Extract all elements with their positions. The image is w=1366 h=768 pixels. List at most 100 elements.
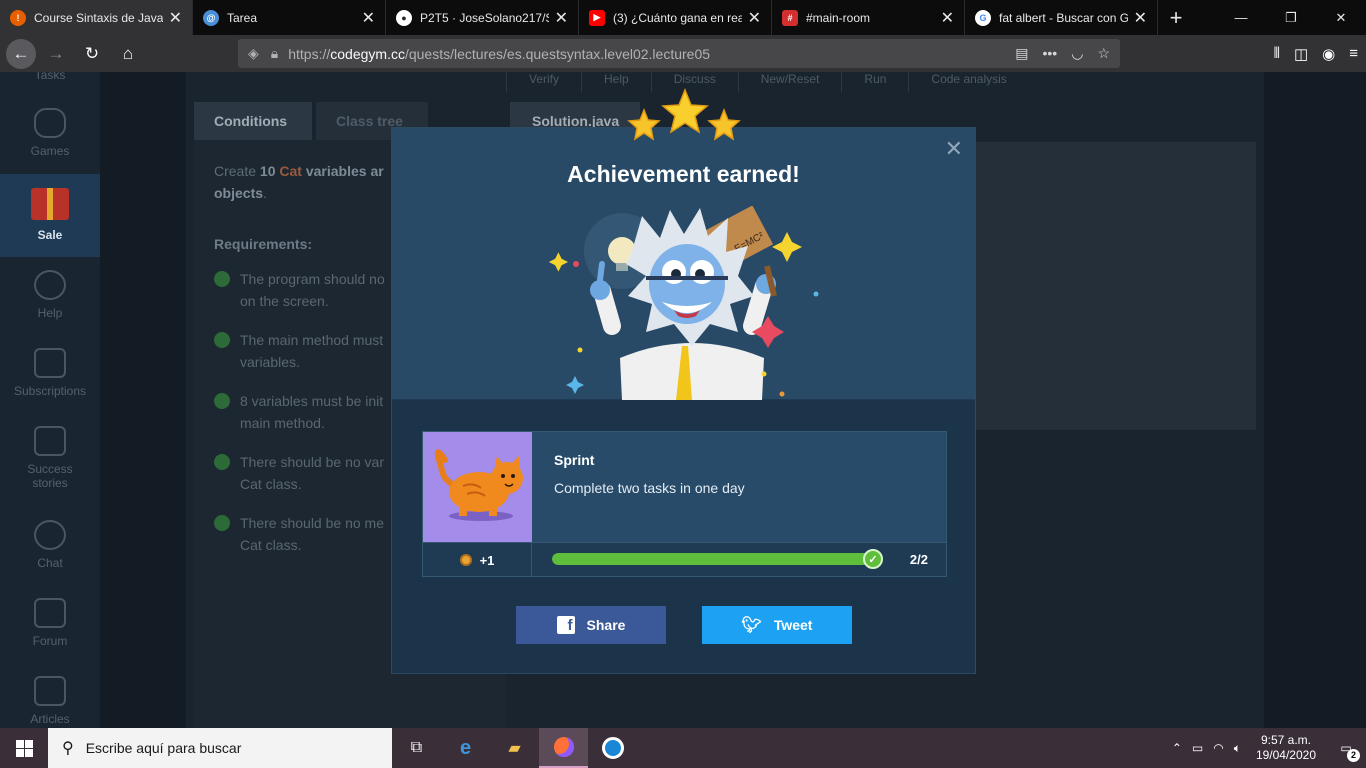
tab-conditions[interactable]: Conditions	[194, 102, 312, 140]
network-device-icon[interactable]: ▭	[1187, 741, 1208, 755]
google-icon: G	[975, 9, 991, 26]
sidebar-item-games[interactable]: Games	[0, 108, 100, 158]
taskbar: ⚲ Escribe aquí para buscar ⧉ e ▰ ⌃ ▭ ◠ 🔈…	[0, 728, 1366, 768]
browser-tab[interactable]: G fat albert - Buscar con Go ✕	[965, 0, 1158, 35]
account-icon[interactable]: ◉	[1322, 45, 1335, 63]
firefox-icon[interactable]	[539, 728, 588, 768]
sidebar-item-forum[interactable]: Forum	[0, 598, 100, 648]
share-facebook-button[interactable]: f Share	[516, 606, 666, 644]
flag-icon	[34, 426, 66, 456]
gamepad-icon	[34, 108, 66, 138]
library-icon[interactable]: ⫴	[1274, 45, 1280, 62]
file-explorer-icon[interactable]: ▰	[490, 728, 539, 768]
menu-icon[interactable]: ≡	[1349, 45, 1358, 62]
sidebar-item-sale[interactable]: Sale	[0, 174, 100, 257]
tweet-button[interactable]: 🐦︎ Tweet	[702, 606, 852, 644]
close-icon[interactable]: ✕	[945, 136, 963, 162]
forward-button[interactable]: →	[40, 38, 72, 70]
dollar-icon	[34, 348, 66, 378]
tracking-shield-icon[interactable]: ◈	[248, 45, 259, 62]
modal-header: ✕ Achievement earned! E=MC²	[392, 128, 975, 400]
close-tab-icon[interactable]: ✕	[169, 8, 182, 28]
reload-button[interactable]: ↻	[76, 38, 108, 70]
lock-icon[interactable]: 🔒︎	[271, 45, 278, 62]
close-tab-icon[interactable]: ✕	[1134, 8, 1147, 28]
pocket-icon[interactable]: ◡	[1071, 45, 1083, 62]
tab-title: fat albert - Buscar con Go	[999, 10, 1128, 25]
achievement-description: Complete two tasks in one day	[554, 480, 745, 496]
sidebar-toggle-icon[interactable]: ◫	[1294, 45, 1308, 63]
achievement-card: Sprint Complete two tasks in one day +1 …	[422, 431, 947, 577]
taskbar-search-input[interactable]: ⚲ Escribe aquí para buscar	[48, 728, 392, 768]
cat-illustration	[434, 449, 523, 521]
requirements-title: Requirements:	[214, 236, 313, 252]
requirement-item: There should be no me Cat class.	[214, 512, 394, 556]
sidebar-item-success-stories[interactable]: Success stories	[0, 426, 100, 490]
start-button[interactable]	[0, 728, 48, 768]
browser-tab[interactable]: # #main-room ✕	[772, 0, 965, 35]
editor-header-area	[976, 142, 1256, 430]
close-window-icon[interactable]: ✕	[1316, 0, 1366, 35]
windows-logo-icon	[15, 739, 33, 757]
run-button[interactable]: Run	[841, 72, 908, 92]
volume-icon[interactable]: 🔈︎	[1229, 741, 1246, 756]
browser-tab[interactable]: ● P2T5 · JoseSolano217/Sist ✕	[386, 0, 579, 35]
tab-title: P2T5 · JoseSolano217/Sist	[420, 10, 549, 25]
new-tab-button[interactable]: +	[1158, 0, 1194, 35]
sidebar-item-label: Subscriptions	[13, 384, 87, 398]
close-tab-icon[interactable]: ✕	[941, 8, 954, 28]
sidebar-item-chat[interactable]: Chat	[0, 520, 100, 570]
new-reset-button[interactable]: New/Reset	[737, 72, 842, 92]
app-icon[interactable]	[588, 728, 637, 768]
check-icon	[214, 393, 230, 409]
notification-count: 2	[1347, 749, 1360, 762]
sidebar-item-articles[interactable]: Articles	[0, 676, 100, 726]
achievement-progress-row: +1 ✓ 2/2	[423, 542, 946, 577]
requirement-item: 8 variables must be init main method.	[214, 390, 394, 434]
reader-view-icon[interactable]: ▤	[1015, 45, 1028, 62]
sidebar-item-subscriptions[interactable]: Subscriptions	[0, 348, 100, 398]
sidebar-item-label: Games	[30, 144, 70, 158]
medal-icon	[459, 554, 472, 566]
minimize-icon[interactable]: —	[1216, 0, 1266, 35]
tab-title: (3) ¿Cuánto gana en reali	[613, 10, 742, 25]
tab-title: #main-room	[806, 10, 871, 25]
back-button[interactable]: ←	[6, 38, 36, 69]
edge-icon[interactable]: e	[441, 728, 490, 768]
page-actions-icon[interactable]: •••	[1043, 45, 1058, 62]
task-class-name: Cat	[279, 163, 302, 179]
restore-icon[interactable]: ❐	[1266, 0, 1316, 35]
task-text: objects	[214, 185, 264, 201]
browser-tab[interactable]: ! Course Sintaxis de Java - ✕	[0, 0, 193, 35]
check-icon	[214, 271, 230, 287]
browser-tab[interactable]: ▶ (3) ¿Cuánto gana en reali ✕	[579, 0, 772, 35]
address-bar[interactable]: ◈ 🔒︎ https://codegym.cc/quests/lectures/…	[238, 39, 1120, 68]
task-text: .	[263, 185, 267, 201]
task-text: variables ar	[301, 163, 384, 179]
verify-button[interactable]: Verify	[506, 72, 581, 92]
progress-fill	[552, 553, 882, 565]
close-tab-icon[interactable]: ✕	[362, 8, 375, 28]
url-scheme: https://	[288, 45, 331, 62]
task-view-icon[interactable]: ⧉	[392, 728, 441, 768]
wifi-icon[interactable]: ◠	[1208, 741, 1228, 755]
sidebar-item-help[interactable]: Help	[0, 270, 100, 320]
home-button[interactable]: ⌂	[112, 38, 144, 70]
clock[interactable]: 9:57 a.m. 19/04/2020	[1246, 733, 1326, 763]
task-text: Create	[214, 163, 260, 179]
task-description: Create 10 Cat variables ar objects.	[214, 160, 394, 204]
url-domain: codegym.cc	[330, 45, 405, 62]
browser-tab[interactable]: @ Tarea ✕	[193, 0, 386, 35]
bookmark-star-icon[interactable]: ☆	[1097, 45, 1110, 62]
professor-illustration: E=MC²	[548, 206, 819, 400]
share-label: Share	[586, 617, 626, 633]
code-analysis-button[interactable]: Code analysis	[908, 72, 1028, 92]
sidebar-item-tasks[interactable]: Tasks	[0, 72, 100, 82]
close-tab-icon[interactable]: ✕	[748, 8, 761, 28]
action-center-button[interactable]: ▭ 2	[1326, 728, 1366, 768]
url-actions: ▤ ••• ◡ ☆	[1015, 45, 1110, 62]
show-hidden-icons[interactable]: ⌃	[1167, 741, 1187, 755]
firefox-logo-icon	[553, 737, 574, 757]
system-tray: ⌃ ▭ ◠ 🔈︎ 9:57 a.m. 19/04/2020 ▭ 2	[1167, 728, 1366, 768]
close-tab-icon[interactable]: ✕	[555, 8, 568, 28]
